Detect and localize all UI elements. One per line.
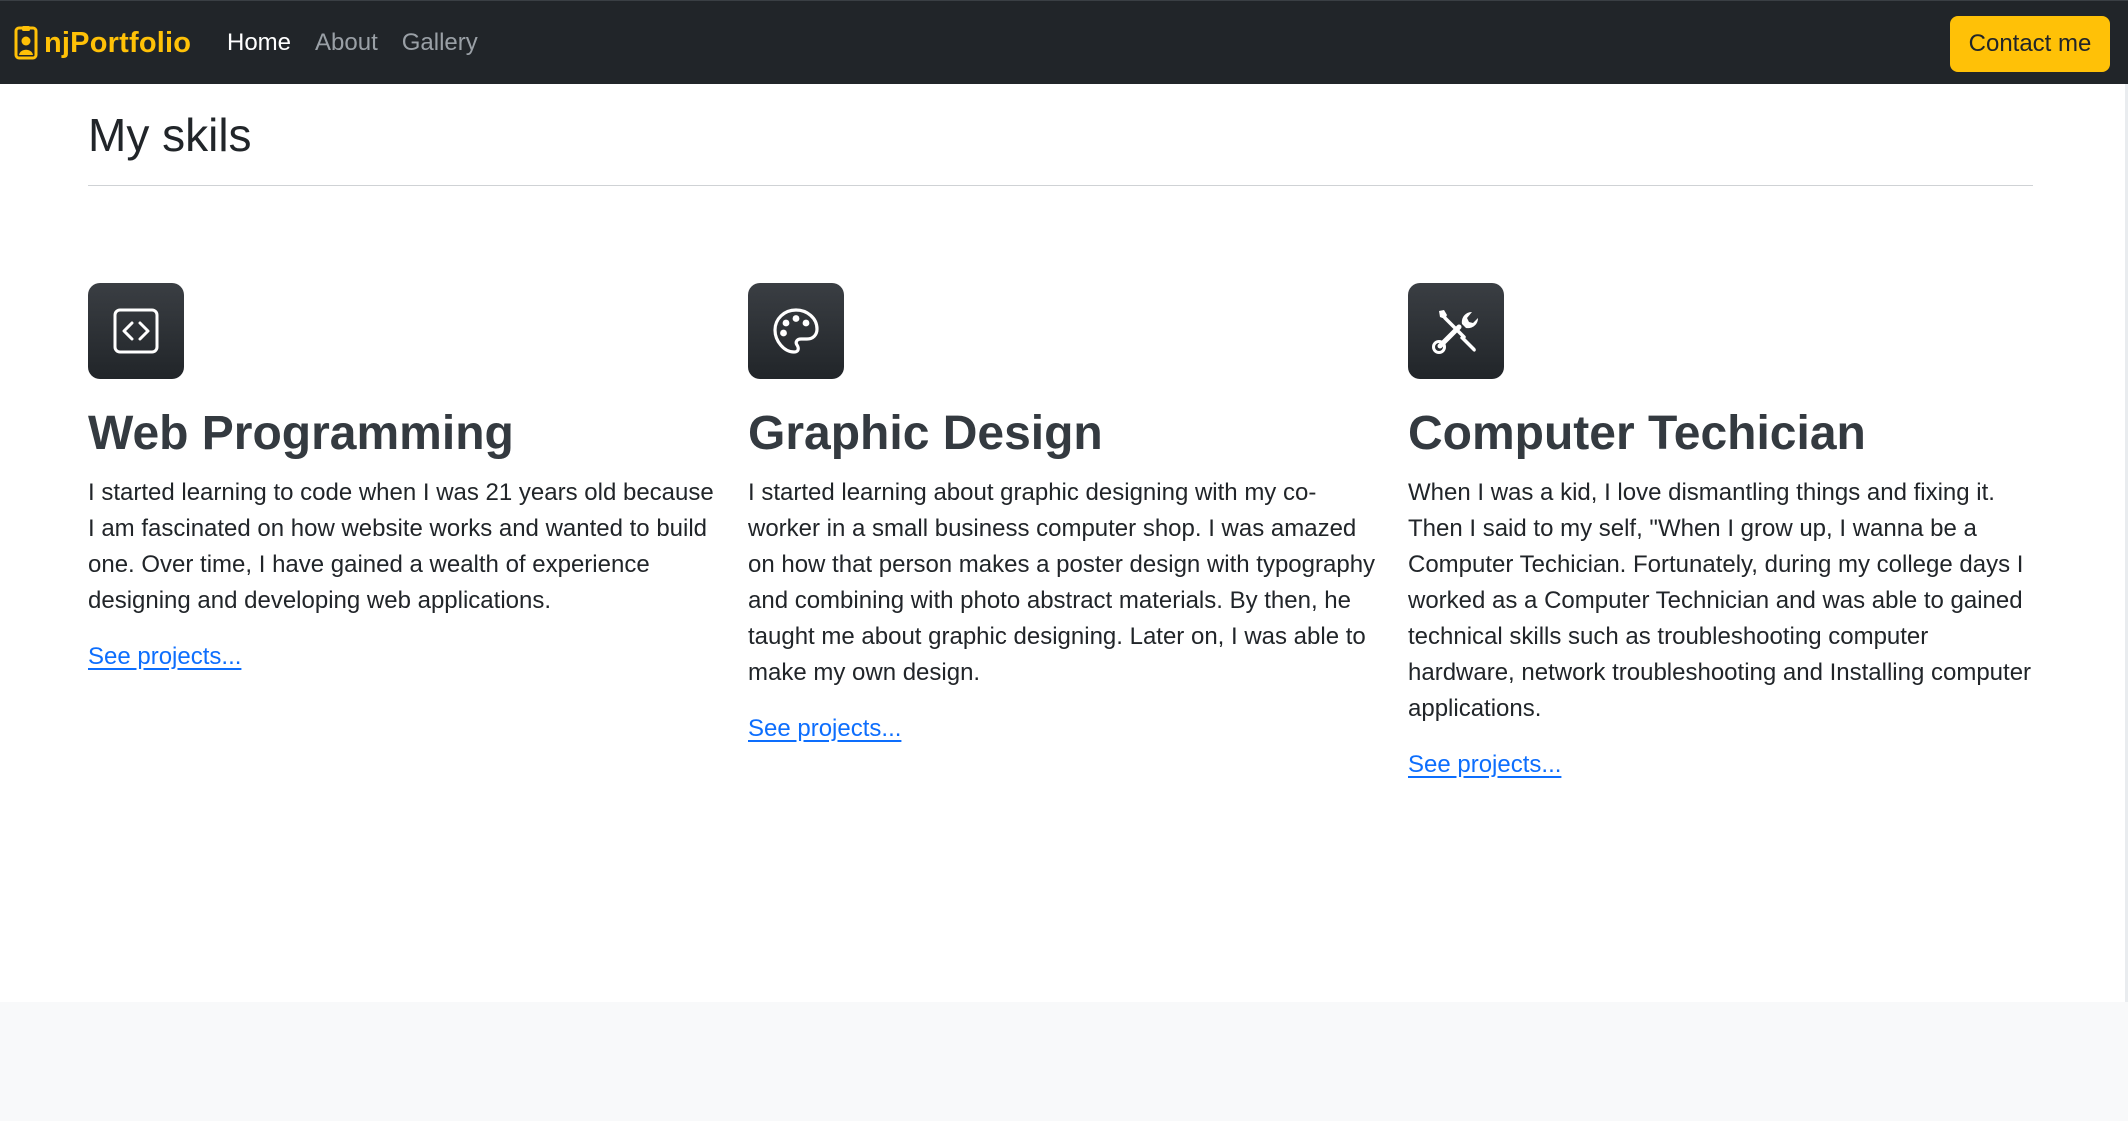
- feature-web-programming: Web Programming I started learning to co…: [88, 283, 716, 671]
- feature-computer-technician: Computer Techician When I was a kid, I l…: [1408, 283, 2036, 779]
- see-projects-link[interactable]: See projects...: [748, 715, 901, 743]
- nav-item-home[interactable]: Home: [227, 29, 291, 57]
- tools-icon: [1432, 310, 1478, 354]
- feature-description: When I was a kid, I love dismantling thi…: [1408, 478, 2032, 722]
- feature-title: Computer Techician: [1408, 407, 1866, 460]
- contact-me-button[interactable]: Contact me: [1950, 16, 2110, 72]
- feature-description: I started learning to code when I was 21…: [88, 478, 714, 614]
- feature-graphic-design: Graphic Design I started learning about …: [748, 283, 1376, 743]
- title-divider: [88, 185, 2033, 186]
- brand-name: njPortfolio: [44, 26, 192, 59]
- nav-menu: Home About Gallery: [227, 1, 478, 85]
- feature-icon-box: [1408, 283, 1504, 379]
- brand-link[interactable]: njPortfolio: [14, 1, 191, 85]
- navbar: njPortfolio Home About Gallery Contact m…: [0, 0, 2128, 84]
- feature-description: I started learning about graphic designi…: [748, 478, 1376, 686]
- see-projects-link[interactable]: See projects...: [1408, 751, 1561, 779]
- palette-icon: [773, 308, 819, 354]
- code-square-icon: [113, 308, 159, 354]
- footer-section: [0, 1002, 2128, 1121]
- nav-item-gallery[interactable]: Gallery: [402, 29, 478, 57]
- nav-item-about[interactable]: About: [315, 29, 378, 57]
- person-badge-icon: [14, 26, 38, 60]
- feature-icon-box: [748, 283, 844, 379]
- page-title: My skils: [88, 109, 252, 161]
- feature-title: Graphic Design: [748, 407, 1103, 460]
- feature-icon-box: [88, 283, 184, 379]
- feature-title: Web Programming: [88, 407, 514, 460]
- see-projects-link[interactable]: See projects...: [88, 643, 241, 671]
